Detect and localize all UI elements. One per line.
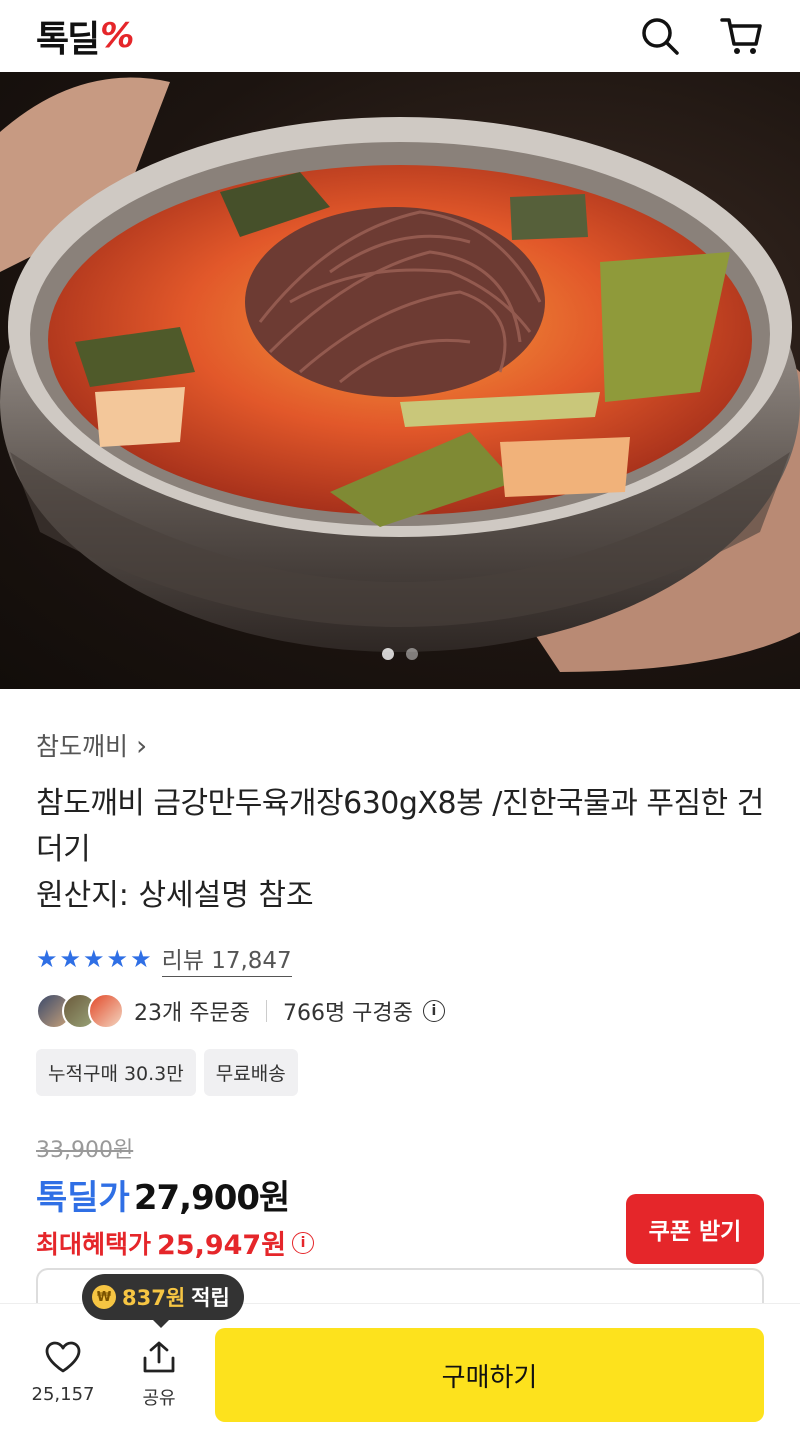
- share-icon: [143, 1341, 175, 1373]
- points-tooltip: ₩ 837원 적립: [82, 1274, 244, 1328]
- buy-button[interactable]: 구매하기: [215, 1328, 764, 1422]
- app-header: 톡딜%: [0, 0, 800, 72]
- max-benefit-price: 25,947원: [157, 1230, 287, 1261]
- carousel-dot[interactable]: [406, 648, 418, 660]
- deal-label: 톡딜가: [36, 1178, 130, 1218]
- logo-text: 톡딜: [36, 19, 100, 60]
- social-proof: 23개 주문중 766명 구경중 i: [36, 993, 764, 1029]
- star-icon: ★: [59, 945, 82, 973]
- review-link[interactable]: 리뷰 17,847: [161, 941, 292, 977]
- search-icon[interactable]: [638, 14, 682, 58]
- like-button[interactable]: 25,157: [31, 1340, 95, 1405]
- star-icon: ★: [36, 945, 58, 973]
- like-count: 25,157: [31, 1384, 95, 1405]
- share-label: 공유: [142, 1388, 176, 1409]
- chevron-right-icon: ›: [136, 728, 148, 762]
- original-price: 33,900원: [36, 1138, 134, 1163]
- star-rating: ★ ★ ★ ★ ★: [36, 947, 152, 971]
- viewers-count: 766명 구경중: [282, 1001, 413, 1026]
- coin-icon: ₩: [92, 1285, 116, 1309]
- brand-name: 참도깨비: [36, 732, 129, 761]
- price-block: 33,900원 톡딜가 27,900원 최대혜택가 25,947원 i 쿠폰 받…: [36, 1132, 764, 1264]
- coupon-button[interactable]: 쿠폰 받기: [626, 1194, 764, 1264]
- info-icon[interactable]: i: [292, 1231, 315, 1254]
- tag-free-shipping: 무료배송: [203, 1049, 298, 1096]
- header-actions: [638, 14, 764, 58]
- points-suffix: 적립: [191, 1286, 230, 1310]
- soup-bowl-illustration: [0, 77, 800, 672]
- divider: [265, 1000, 267, 1022]
- avatar: [88, 993, 124, 1029]
- star-icon: ★: [83, 945, 105, 973]
- logo[interactable]: 톡딜%: [36, 10, 134, 62]
- product-tags: 누적구매 30.3만 무료배송: [36, 1049, 764, 1096]
- logo-symbol: %: [100, 16, 134, 56]
- product-image[interactable]: [0, 72, 800, 689]
- product-title: 참도깨비 금강만두육개장630gX8봉 /진한국물과 푸짐한 건더기: [36, 786, 764, 867]
- buyer-avatars: [36, 993, 124, 1029]
- star-icon: ★: [106, 945, 129, 973]
- max-benefit-label: 최대혜택가: [36, 1229, 152, 1259]
- points-amount: 837원: [122, 1286, 186, 1310]
- info-icon[interactable]: i: [422, 1000, 445, 1022]
- product-origin: 원산지: 상세설명 참조: [36, 878, 314, 913]
- share-button[interactable]: 공유: [127, 1340, 191, 1410]
- carousel-dot[interactable]: [382, 648, 394, 660]
- orders-count: 23개 주문중: [134, 1001, 250, 1026]
- product-info: 참도깨비 › 참도깨비 금강만두육개장630gX8봉 /진한국물과 푸짐한 건더…: [36, 689, 764, 1264]
- cart-icon[interactable]: [720, 14, 764, 58]
- rating-row: ★ ★ ★ ★ ★ 리뷰 17,847: [36, 941, 764, 977]
- heart-icon: [45, 1341, 81, 1373]
- star-icon: ★: [130, 945, 152, 973]
- tag-cumulative-purchases: 누적구매 30.3만: [36, 1049, 196, 1096]
- deal-price: 27,900원: [133, 1178, 290, 1218]
- brand-link[interactable]: 참도깨비 ›: [36, 727, 764, 763]
- carousel-indicator: [0, 648, 800, 660]
